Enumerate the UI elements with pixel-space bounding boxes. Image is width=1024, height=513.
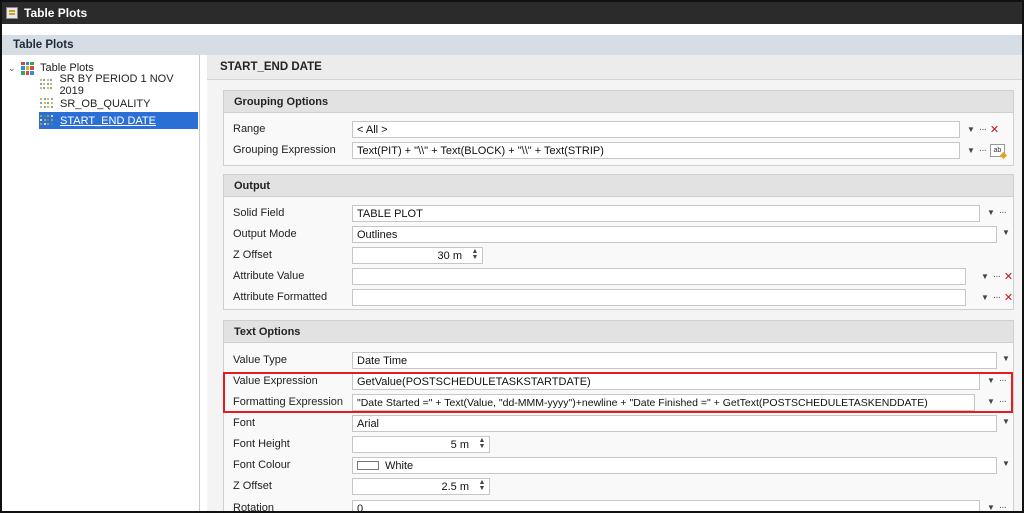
property-editor: START_END DATE Grouping Options Range < … [207, 55, 1022, 513]
app-window: Table Plots Table Plots ⌄ Table Plots SR… [0, 0, 1024, 513]
table-plot-icon [40, 97, 53, 110]
row-range: Range < All > ▼ ··· ✕ [223, 119, 1014, 140]
attribute-formatted-label: Attribute Formatted [233, 291, 328, 303]
ellipsis-button[interactable]: ··· [993, 292, 1001, 303]
range-label: Range [233, 123, 266, 135]
group-header[interactable]: Grouping Options [224, 91, 1013, 113]
attribute-value-field[interactable] [352, 268, 966, 285]
dropdown-arrow-icon[interactable]: ▼ [1002, 417, 1010, 426]
row-rotation: Rotation 0 ▼ ··· [223, 498, 1014, 513]
clear-icon[interactable]: ✕ [1004, 291, 1013, 304]
dropdown-arrow-icon[interactable]: ▼ [981, 272, 989, 281]
row-font: Font Arial ▼ [223, 413, 1014, 434]
font-height-label: Font Height [233, 438, 290, 450]
grouping-expression-field[interactable]: Text(PIT) + "\\" + Text(BLOCK) + "\\" + … [352, 142, 960, 159]
output-mode-select[interactable]: Outlines [352, 226, 997, 243]
grouping-expression-label: Grouping Expression [233, 144, 336, 156]
window-title: Table Plots [24, 6, 88, 20]
range-field[interactable]: < All > [352, 121, 960, 138]
z-offset-stepper[interactable]: 30 m ▲ ▼ [352, 247, 483, 264]
font-label: Font [233, 417, 256, 429]
ellipsis-button[interactable]: ··· [999, 207, 1007, 218]
font-colour-label: Font Colour [233, 459, 291, 471]
z-offset-label: Z Offset [233, 480, 272, 492]
row-value-type: Value Type Date Time ▼ [223, 350, 1014, 371]
app-icon [6, 7, 18, 19]
attribute-formatted-field[interactable] [352, 289, 966, 306]
ellipsis-button[interactable]: ··· [979, 145, 987, 156]
tree-item-label: SR BY PERIOD 1 NOV 2019 [59, 72, 174, 97]
font-colour-select[interactable]: White [352, 457, 997, 474]
ellipsis-button[interactable]: ··· [999, 502, 1007, 511]
value-type-select[interactable]: Date Time [352, 352, 997, 369]
dropdown-arrow-icon[interactable]: ▼ [1002, 354, 1010, 363]
solid-field-label: Solid Field [233, 207, 285, 219]
spin-down-icon[interactable]: ▼ [472, 254, 479, 261]
row-z-offset-output: Z Offset 30 m ▲ ▼ [223, 245, 1014, 266]
tree-item-sr-ob-quality[interactable]: SR_OB_QUALITY [40, 95, 154, 112]
dropdown-arrow-icon[interactable]: ▼ [1002, 228, 1010, 237]
font-height-stepper[interactable]: 5 m ▲ ▼ [352, 436, 490, 453]
z-offset-stepper[interactable]: 2.5 m ▲ ▼ [352, 478, 490, 495]
attribute-value-label: Attribute Value [233, 270, 305, 282]
tree-item-label: SR_OB_QUALITY [60, 97, 151, 110]
font-select[interactable]: Arial [352, 415, 997, 432]
group-header[interactable]: Text Options [224, 321, 1013, 343]
z-offset-value: 30 m [437, 249, 462, 262]
rotation-label: Rotation [233, 502, 274, 513]
tree-item-start-end-date[interactable]: START_END DATE [39, 112, 198, 129]
row-solid-field: Solid Field TABLE PLOT ▼ ··· [223, 203, 1014, 224]
z-offset-label: Z Offset [233, 249, 272, 261]
rotation-field[interactable]: 0 [352, 500, 980, 511]
font-height-value: 5 m [450, 438, 469, 451]
title-bar: Table Plots [2, 2, 1022, 24]
panel-header: Table Plots [2, 35, 1022, 55]
ellipsis-button[interactable]: ··· [979, 124, 987, 135]
dropdown-arrow-icon[interactable]: ▼ [967, 146, 975, 155]
tree-item-sr-by-period[interactable]: SR BY PERIOD 1 NOV 2019 [40, 73, 199, 97]
tree-panel: ⌄ Table Plots SR BY PERIOD 1 NOV 2019 SR… [2, 55, 200, 511]
row-output-mode: Output Mode Outlines ▼ [223, 224, 1014, 245]
dropdown-arrow-icon[interactable]: ▼ [981, 293, 989, 302]
dropdown-arrow-icon[interactable]: ▼ [987, 208, 995, 217]
value-type-label: Value Type [233, 354, 288, 366]
row-attribute-value: Attribute Value ▼ ··· ✕ [223, 266, 1014, 287]
row-attribute-formatted: Attribute Formatted ▼ ··· ✕ [223, 287, 1014, 308]
table-plot-icon [40, 114, 53, 127]
dropdown-arrow-icon[interactable]: ▼ [1002, 459, 1010, 468]
chevron-down-icon[interactable]: ⌄ [8, 63, 18, 74]
colour-swatch [357, 461, 379, 470]
solid-field-select[interactable]: TABLE PLOT [352, 205, 980, 222]
dropdown-arrow-icon[interactable]: ▼ [987, 503, 995, 511]
row-font-colour: Font Colour White ▼ [223, 455, 1014, 476]
dropdown-arrow-icon[interactable]: ▼ [967, 125, 975, 134]
row-grouping-expression: Grouping Expression Text(PIT) + "\\" + T… [223, 140, 1014, 161]
panel-title: Table Plots [13, 39, 74, 51]
clear-icon[interactable]: ✕ [990, 123, 999, 136]
clear-icon[interactable]: ✕ [1004, 270, 1013, 283]
highlight-box [223, 372, 1013, 413]
table-plots-icon [21, 61, 34, 75]
spin-down-icon[interactable]: ▼ [479, 485, 486, 492]
spin-down-icon[interactable]: ▼ [479, 443, 486, 450]
expression-builder-icon[interactable]: ab [989, 144, 1005, 157]
font-colour-value: White [385, 459, 414, 472]
z-offset-value: 2.5 m [441, 480, 469, 493]
row-z-offset-text: Z Offset 2.5 m ▲ ▼ [223, 476, 1014, 497]
output-mode-label: Output Mode [233, 228, 297, 240]
row-font-height: Font Height 5 m ▲ ▼ [223, 434, 1014, 455]
group-header[interactable]: Output [224, 175, 1013, 197]
editor-title: START_END DATE [207, 55, 1022, 80]
tree-item-label: START_END DATE [60, 114, 156, 127]
ellipsis-button[interactable]: ··· [993, 271, 1001, 282]
table-plot-icon [40, 78, 53, 91]
